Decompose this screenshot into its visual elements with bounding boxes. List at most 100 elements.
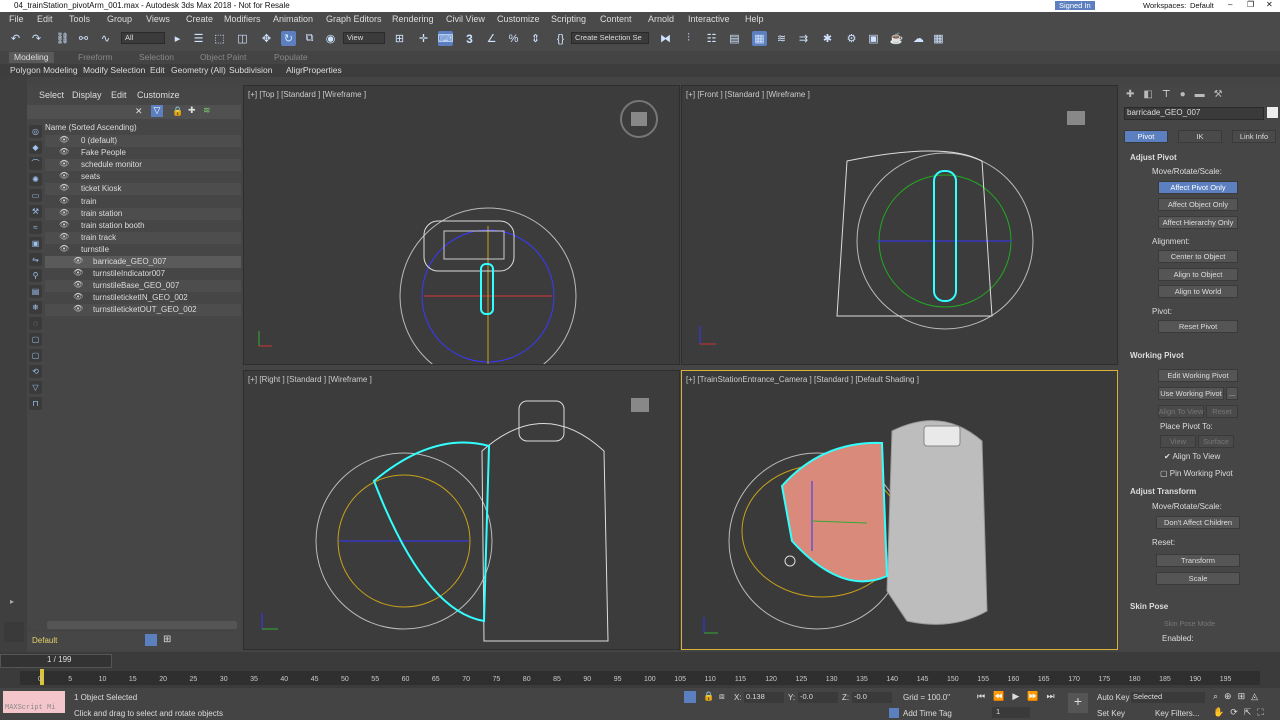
edit-working-pivot-button[interactable]: Edit Working Pivot bbox=[1158, 369, 1238, 382]
edit-named-sets-icon[interactable]: {} bbox=[553, 31, 568, 46]
toggle-ribbon-icon[interactable]: ▤ bbox=[727, 31, 742, 46]
key-filters-button[interactable]: Key Filters... bbox=[1155, 709, 1199, 718]
visibility-eye-icon[interactable]: 👁 bbox=[59, 183, 69, 192]
none-filter-icon[interactable]: ▢ bbox=[29, 349, 42, 362]
menu-tools[interactable]: Tools bbox=[69, 14, 90, 24]
orbit-icon[interactable]: ⟳ bbox=[1230, 707, 1238, 718]
menu-create[interactable]: Create bbox=[186, 14, 213, 24]
scene-tree-item[interactable]: 👁 schedule monitor bbox=[45, 159, 241, 172]
curve-editor-icon[interactable]: ≋ bbox=[774, 31, 789, 46]
menu-content[interactable]: Content bbox=[600, 14, 632, 24]
link-icon[interactable]: ⛓ bbox=[55, 31, 70, 46]
place-icon[interactable]: ◉ bbox=[323, 31, 338, 46]
adjust-pivot-title[interactable]: Adjust Pivot bbox=[1130, 153, 1177, 162]
maximize-viewport-icon[interactable]: ⛶ bbox=[1257, 707, 1263, 718]
scene-tree-item[interactable]: 👁 Fake People bbox=[45, 147, 241, 159]
use-working-pivot-button[interactable]: Use Working Pivot bbox=[1158, 387, 1224, 400]
filter-icon[interactable]: ▽ bbox=[151, 105, 163, 117]
set-key-button[interactable]: Set Key bbox=[1097, 709, 1125, 718]
visibility-eye-icon[interactable]: 👁 bbox=[59, 244, 69, 253]
scene-tree-item[interactable]: 👁 train station booth bbox=[45, 220, 241, 232]
pan-icon[interactable]: ✋ bbox=[1213, 707, 1224, 718]
time-tag-icon[interactable] bbox=[889, 708, 899, 718]
layers-icon[interactable]: ≋ bbox=[203, 105, 211, 116]
visibility-eye-icon[interactable]: 👁 bbox=[59, 147, 69, 156]
align-to-world-button[interactable]: Align to World bbox=[1158, 285, 1238, 298]
ribbon-panel-edit[interactable]: Edit bbox=[150, 65, 165, 75]
zoom-extents-icon[interactable]: ⊞ bbox=[1238, 691, 1246, 702]
time-slider[interactable]: 1 / 199 bbox=[0, 654, 112, 668]
set-key-big-icon[interactable]: + bbox=[1068, 693, 1088, 713]
ribbon-tab-selection[interactable]: Selection bbox=[139, 52, 174, 62]
menu-civil-view[interactable]: Civil View bbox=[446, 14, 485, 24]
key-mode-dropdown[interactable]: Selected bbox=[1131, 692, 1205, 703]
add-time-tag[interactable]: Add Time Tag bbox=[903, 709, 952, 718]
unlink-icon[interactable]: ⚯ bbox=[76, 31, 91, 46]
close-icon[interactable]: ✕ bbox=[1266, 0, 1273, 9]
center-to-object-button[interactable]: Center to Object bbox=[1158, 250, 1238, 263]
window-crossing-icon[interactable]: ◫ bbox=[235, 31, 250, 46]
menu-modifiers[interactable]: Modifiers bbox=[224, 14, 261, 24]
scene-hscrollbar[interactable] bbox=[47, 621, 237, 629]
menu-edit[interactable]: Edit bbox=[37, 14, 53, 24]
viewport-front[interactable]: [+] [Front ] [Standard ] [Wireframe ] bbox=[681, 85, 1118, 365]
scene-explorer-icon[interactable]: ▦ bbox=[752, 31, 767, 46]
move-icon[interactable]: ✥ bbox=[259, 31, 274, 46]
xrefs-filter-icon[interactable]: ⇋ bbox=[29, 253, 42, 266]
hidden-filter-icon[interactable]: ◌ bbox=[29, 317, 42, 330]
go-to-start-icon[interactable]: ⏮ bbox=[977, 691, 985, 702]
pin-working-pivot-checkbox[interactable]: ▢ Pin Working Pivot bbox=[1160, 469, 1233, 478]
rendered-frame-icon[interactable]: ▣ bbox=[866, 31, 881, 46]
dont-affect-children-button[interactable]: Don't Affect Children bbox=[1156, 516, 1240, 529]
visibility-eye-icon[interactable]: 👁 bbox=[73, 256, 83, 265]
zoom-icon[interactable]: ⌕ bbox=[1213, 691, 1218, 702]
menu-graph-editors[interactable]: Graph Editors bbox=[326, 14, 382, 24]
render-setup-icon[interactable]: ⚙ bbox=[844, 31, 859, 46]
affect-pivot-only-button[interactable]: Affect Pivot Only bbox=[1158, 181, 1238, 194]
reset-pivot-button[interactable]: Reset Pivot bbox=[1158, 320, 1238, 333]
scene-menu-select[interactable]: Select bbox=[39, 90, 64, 100]
ribbon-panel-polygon-modeling[interactable]: Polygon Modeling bbox=[10, 65, 78, 75]
all-filter-icon[interactable]: ▢ bbox=[29, 333, 42, 346]
menu-animation[interactable]: Animation bbox=[273, 14, 313, 24]
ribbon-tab-modeling[interactable]: Modeling bbox=[9, 52, 54, 63]
clear-filter-icon[interactable]: ✕ bbox=[135, 106, 143, 117]
bind-spacewarp-icon[interactable]: ∿ bbox=[98, 31, 113, 46]
invert-filter-icon[interactable]: ⟲ bbox=[29, 365, 42, 378]
workspace-select[interactable]: Default bbox=[1190, 1, 1214, 10]
groups-filter-icon[interactable]: ▣ bbox=[29, 237, 42, 250]
visibility-eye-icon[interactable]: 👁 bbox=[59, 232, 69, 241]
minimize-icon[interactable]: – bbox=[1228, 0, 1232, 9]
utilities-tab-icon[interactable]: ⚒ bbox=[1214, 89, 1223, 100]
menu-help[interactable]: Help bbox=[745, 14, 764, 24]
play-icon[interactable]: ▶ bbox=[1012, 691, 1019, 702]
lights-filter-icon[interactable]: ✺ bbox=[29, 173, 42, 186]
layer-explorer-toggle-icon[interactable] bbox=[145, 634, 157, 646]
selection-lock-icon[interactable]: 🔒 bbox=[703, 691, 714, 702]
containers-filter-icon[interactable]: ▤ bbox=[29, 285, 42, 298]
visibility-eye-icon[interactable]: 👁 bbox=[59, 208, 69, 217]
link-info-tab[interactable]: Link Info bbox=[1232, 130, 1276, 143]
prev-frame-icon[interactable]: ⏪ bbox=[993, 691, 1004, 702]
visibility-eye-icon[interactable]: 👁 bbox=[59, 159, 69, 168]
place-view-button[interactable]: View bbox=[1160, 435, 1196, 448]
display-none-icon[interactable]: ◎ bbox=[29, 125, 42, 138]
visibility-eye-icon[interactable]: 👁 bbox=[59, 135, 69, 144]
material-editor-icon[interactable]: ✱ bbox=[820, 31, 835, 46]
link-filter-icon[interactable]: ⊓ bbox=[29, 397, 42, 410]
undo-icon[interactable]: ↶ bbox=[8, 31, 23, 46]
scene-tree-item[interactable]: 👁 turnstileticketOUT_GEO_002 bbox=[45, 304, 241, 317]
ribbon-tab-object-paint[interactable]: Object Paint bbox=[200, 52, 246, 62]
spacewarps-filter-icon[interactable]: ≈ bbox=[29, 221, 42, 234]
region-select-icon[interactable]: ⬚ bbox=[212, 31, 227, 46]
scene-tree-item[interactable]: 👁 turnstileBase_GEO_007 bbox=[45, 280, 241, 293]
angle-snap-icon[interactable]: ∠ bbox=[484, 31, 499, 46]
ribbon-panel-subdivision[interactable]: Subdivision bbox=[229, 65, 272, 75]
menu-views[interactable]: Views bbox=[146, 14, 170, 24]
redo-icon[interactable]: ↷ bbox=[29, 31, 44, 46]
user-signin[interactable]: Signed In bbox=[1055, 1, 1095, 10]
spinner-snap-icon[interactable]: ⇕ bbox=[528, 31, 543, 46]
viewport-right[interactable]: [+] [Right ] [Standard ] [Wireframe ] bbox=[243, 370, 680, 650]
mirror-icon[interactable]: ⧓ bbox=[658, 31, 673, 46]
lock-icon[interactable]: 🔒 bbox=[172, 106, 183, 117]
